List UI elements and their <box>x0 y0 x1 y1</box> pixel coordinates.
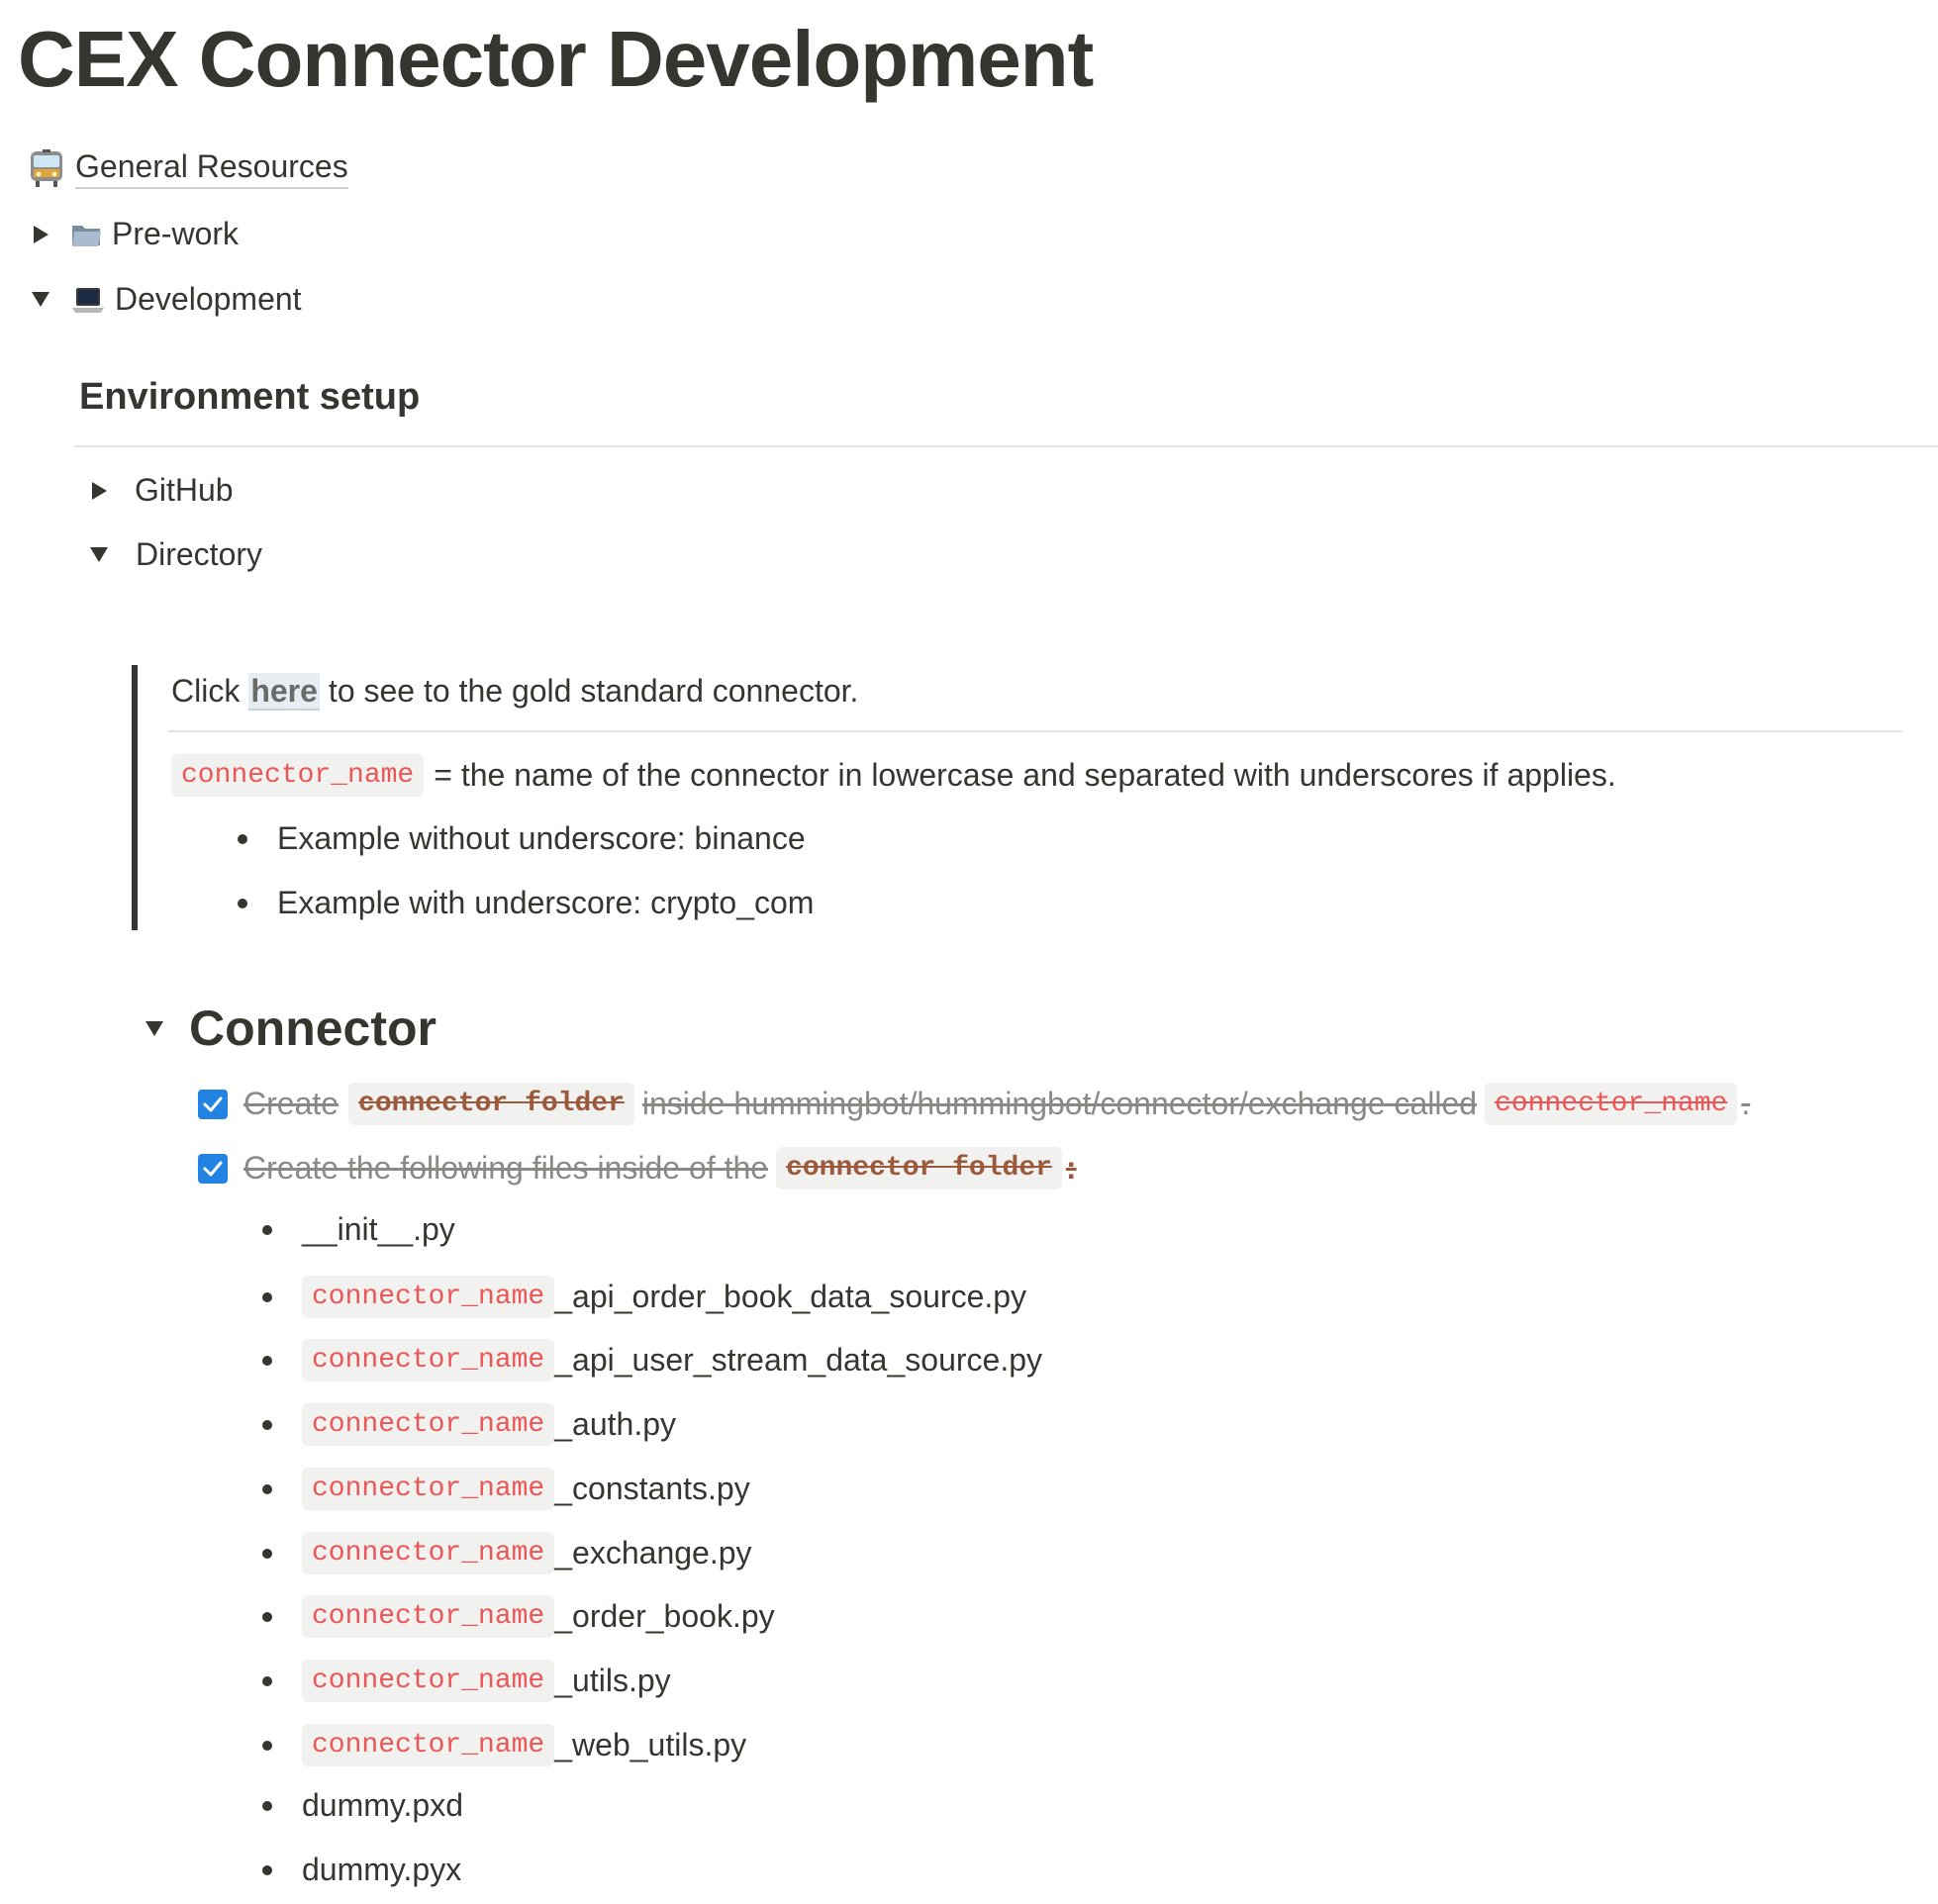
bullet <box>262 1224 272 1235</box>
bullet <box>262 1548 272 1559</box>
todo-text: . <box>1741 1086 1751 1121</box>
file-list-item: __init__.py <box>262 1211 455 1248</box>
toggle-prework-label: Pre-work <box>112 216 240 251</box>
file-name: _exchange.py <box>554 1535 752 1571</box>
example-text: Example without underscore: binance <box>277 820 806 856</box>
file-list-item: connector_name _api_order_book_data_sourc… <box>262 1276 1026 1318</box>
inline-code: connector_name <box>171 754 425 797</box>
inline-code: connector_name <box>302 1468 555 1510</box>
bullet <box>262 1800 272 1811</box>
file-name: dummy.pyx <box>302 1852 462 1887</box>
file-list-item: connector_name _exchange.py <box>262 1532 752 1574</box>
toggle-collapsed-icon[interactable] <box>92 481 107 500</box>
inline-code: connector_name <box>302 1403 555 1446</box>
toggle-directory[interactable]: Directory <box>90 536 262 573</box>
toggle-github-label: GitHub <box>135 472 234 508</box>
callout-text: to see to the gold standard connector. <box>328 673 859 709</box>
callout-definition-text: = the name of the connector in lowercase… <box>434 757 1616 793</box>
general-resources-link[interactable]: General Resources <box>75 148 348 189</box>
inline-code: connector_name <box>1485 1083 1738 1125</box>
list-item: Example without underscore: binance <box>238 820 806 857</box>
bullet <box>262 1740 272 1751</box>
inline-code: connector_name <box>302 1339 555 1381</box>
inline-code: connector folder <box>348 1083 634 1125</box>
toggle-development[interactable]: Development <box>32 281 302 318</box>
folder-icon <box>70 220 102 249</box>
bullet <box>238 898 247 908</box>
todo-item: Create connector folder inside hummingbo… <box>198 1083 1750 1125</box>
file-name: _auth.py <box>554 1406 677 1442</box>
toggle-expanded-icon[interactable] <box>90 547 108 562</box>
todo-item: Create the following files inside of the… <box>198 1147 1077 1190</box>
notion-page: CEX Connector Development General Resour… <box>0 0 1938 1904</box>
file-name: _utils.py <box>554 1663 671 1698</box>
environment-setup-heading: Environment setup <box>79 376 420 419</box>
page-title[interactable]: CEX Connector Development <box>18 14 1094 105</box>
inline-code: connector_name <box>302 1532 555 1574</box>
file-list-item: connector_name _constants.py <box>262 1468 750 1510</box>
file-list-item: dummy.pxd <box>262 1787 463 1824</box>
bullet <box>262 1291 272 1302</box>
bullet <box>262 1611 272 1622</box>
bullet <box>262 1355 272 1366</box>
inline-code: connector_name <box>302 1660 555 1702</box>
file-list-item: connector_name _auth.py <box>262 1403 676 1446</box>
example-text: Example with underscore: crypto_com <box>277 885 815 920</box>
file-name: _order_book.py <box>554 1598 775 1634</box>
file-list-item: connector_name _order_book.py <box>262 1595 775 1638</box>
general-resources-link-row[interactable]: General Resources <box>28 148 348 189</box>
checkbox-checked[interactable] <box>198 1089 228 1119</box>
gold-standard-link[interactable]: here <box>248 673 320 711</box>
checkmark-icon <box>203 1161 223 1176</box>
file-list-item: dummy.pyx <box>262 1852 461 1888</box>
file-list-item: connector_name _web_utils.py <box>262 1724 746 1766</box>
laptop-icon <box>71 285 105 315</box>
connector-heading: Connector <box>189 1000 436 1056</box>
bullet <box>262 1864 272 1875</box>
todo-text: Create the following files inside of the <box>243 1150 769 1186</box>
toggle-collapsed-icon[interactable] <box>34 225 48 243</box>
environment-setup-heading-text: Environment setup <box>79 376 421 418</box>
file-name: _api_user_stream_data_source.py <box>554 1342 1042 1378</box>
bullet <box>262 1419 272 1430</box>
file-list-item: connector_name _utils.py <box>262 1660 671 1702</box>
file-name: dummy.pxd <box>302 1787 464 1823</box>
todo-text: Create <box>243 1086 339 1121</box>
todo-text: inside hummingbot/hummingbot/connector/e… <box>641 1086 1478 1121</box>
toggle-prework[interactable]: Pre-work <box>34 216 239 252</box>
inline-code: connector_name <box>302 1276 555 1318</box>
bullet <box>262 1483 272 1494</box>
file-list-item: connector_name _api_user_stream_data_sour… <box>262 1339 1042 1381</box>
callout-divider <box>168 730 1902 732</box>
checkbox-checked[interactable] <box>198 1153 228 1184</box>
callout-definition: connector_name = the name of the connect… <box>171 754 1616 797</box>
inline-code: connector_name <box>302 1595 555 1638</box>
tram-icon <box>28 148 65 189</box>
toggle-development-label: Development <box>115 281 302 317</box>
divider <box>74 445 1938 447</box>
toggle-expanded-icon[interactable] <box>32 292 49 307</box>
inline-code: connector_name <box>302 1724 555 1766</box>
bullet <box>262 1675 272 1686</box>
here-link[interactable]: here <box>248 673 320 711</box>
list-item: Example with underscore: crypto_com <box>238 885 814 921</box>
file-name: __init__.py <box>302 1211 455 1247</box>
inline-code: connector folder <box>776 1147 1062 1190</box>
callout-line-1: Click here to see to the gold standard c… <box>171 673 859 711</box>
file-name: _api_order_book_data_source.py <box>554 1279 1027 1314</box>
file-name: _constants.py <box>554 1471 750 1506</box>
toggle-github[interactable]: GitHub <box>92 472 234 509</box>
toggle-directory-label: Directory <box>136 536 263 572</box>
toggle-connector[interactable]: Connector <box>145 1000 436 1057</box>
file-name: _web_utils.py <box>554 1727 747 1762</box>
toggle-expanded-icon[interactable] <box>145 1020 163 1036</box>
todo-text: : <box>1065 1150 1077 1186</box>
bullet <box>238 833 247 844</box>
callout-text: Click <box>171 673 241 709</box>
quote-bar <box>132 665 138 930</box>
checkmark-icon <box>203 1096 223 1111</box>
